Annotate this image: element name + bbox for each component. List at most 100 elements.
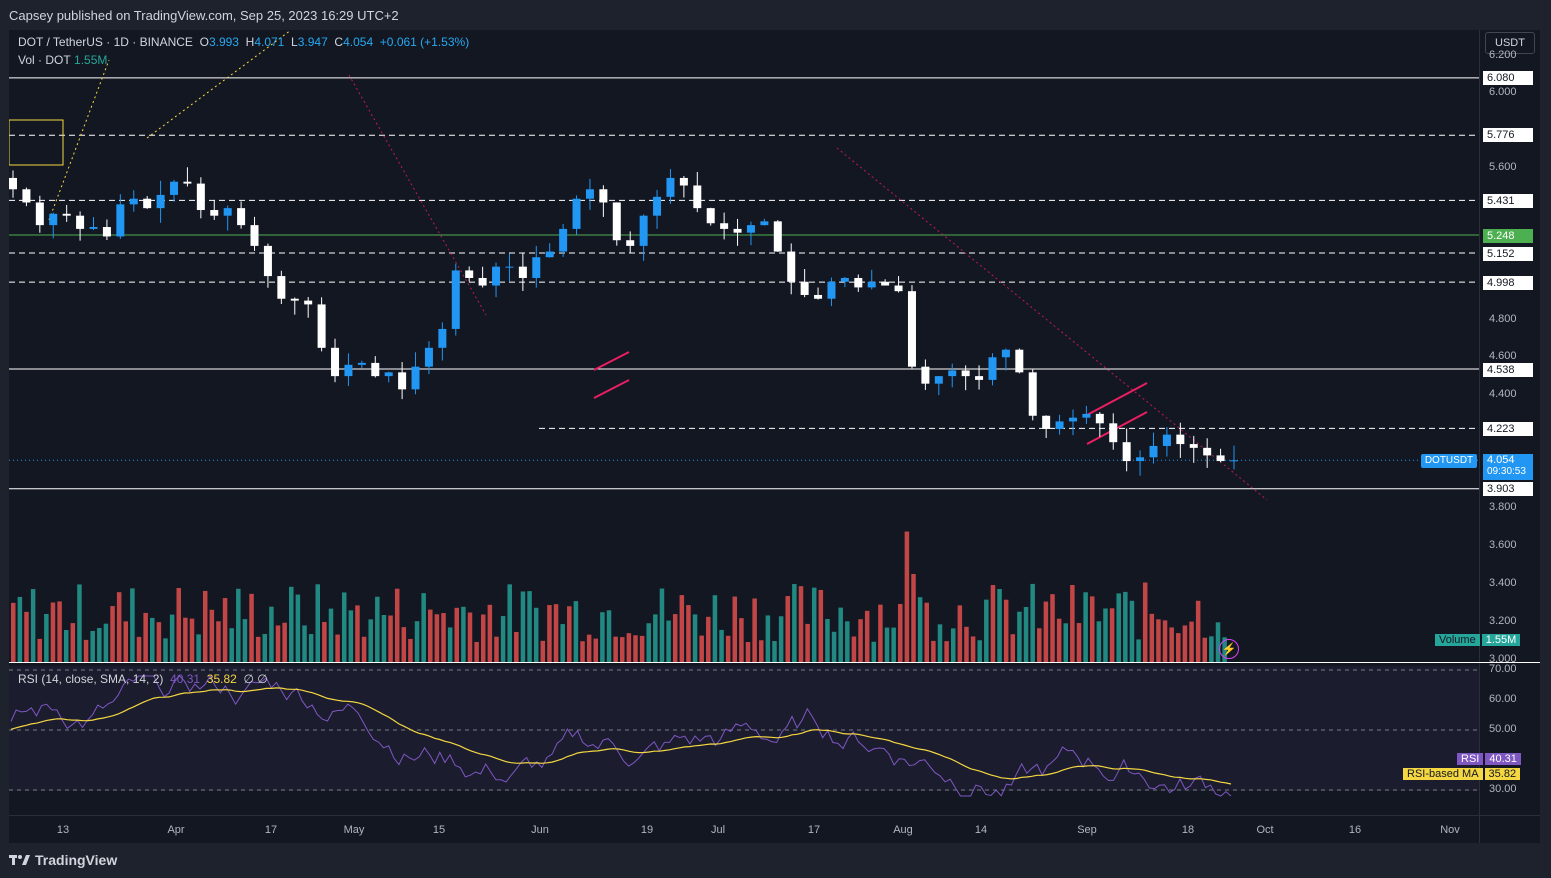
candle-body <box>653 196 662 216</box>
volume-bar <box>487 604 493 662</box>
volume-bar <box>37 638 42 662</box>
volume-bar <box>17 596 23 662</box>
volume-bar <box>725 635 731 662</box>
candle-body <box>505 266 514 268</box>
volume-bar <box>924 602 929 662</box>
volume-bar <box>1003 599 1009 662</box>
volume-bar <box>1142 582 1148 662</box>
candle-body <box>9 177 17 190</box>
volume-bar <box>202 590 208 662</box>
volume-bar <box>348 610 354 662</box>
candle-body <box>639 215 648 246</box>
candle-body <box>1015 349 1024 373</box>
volume-bar <box>335 634 340 662</box>
downtrend-line <box>348 74 487 316</box>
candle-body <box>196 183 205 211</box>
volume-bar <box>679 595 685 662</box>
volume-bar <box>911 573 916 662</box>
date-tick: 19 <box>640 824 654 836</box>
candle-body <box>1149 445 1158 458</box>
volume-bar <box>70 623 76 662</box>
volume-bar <box>295 594 301 662</box>
volume-bar <box>990 585 996 662</box>
date-tick: 17 <box>264 824 278 836</box>
candle-body <box>545 251 554 258</box>
close-value: 4.054 <box>343 35 374 49</box>
candle-body <box>1109 423 1118 443</box>
volume-bar <box>792 584 797 662</box>
volume-bar <box>706 616 711 662</box>
chart-canvas[interactable] <box>9 30 1540 843</box>
volume-bar <box>626 633 632 662</box>
candle-body <box>854 277 863 288</box>
channel-line <box>1086 382 1148 416</box>
date-tick: Jul <box>710 824 726 836</box>
volume-bar <box>878 604 883 662</box>
volume-bar <box>30 589 36 662</box>
candle-body <box>62 213 71 216</box>
volume-bar <box>255 636 261 662</box>
publisher-text: Capsey published on TradingView.com, Sep… <box>9 8 399 23</box>
rsi-ma-tag: RSI-based MA 35.82 <box>1403 768 1521 781</box>
volume-bar <box>189 618 195 662</box>
header-bar: Capsey published on TradingView.com, Sep… <box>0 0 1551 30</box>
date-tick: Aug <box>893 824 913 836</box>
volume-bar <box>123 621 129 662</box>
level-label: 6.080 <box>1483 71 1533 85</box>
volume-bar <box>116 592 122 662</box>
rsi-tick: 60.00 <box>1489 693 1517 705</box>
price-tick: 3.800 <box>1489 501 1517 513</box>
volume-bar <box>11 602 16 662</box>
candle-body <box>1162 434 1171 446</box>
volume-bar <box>130 588 135 662</box>
candle-body <box>49 213 58 226</box>
volume-bar <box>871 641 877 662</box>
level-label: 4.538 <box>1483 363 1533 377</box>
chart-frame[interactable]: DOT / TetherUS · 1D · BINANCE O3.993 H4.… <box>9 30 1540 843</box>
volume-bar <box>275 625 281 662</box>
lightning-icon[interactable]: ⚡ <box>1219 639 1239 659</box>
candle-body <box>183 181 192 184</box>
volume-bar <box>646 623 651 662</box>
low-value: 3.947 <box>297 35 328 49</box>
volume-bar <box>845 621 850 662</box>
rsi-ma-value: 35.82 <box>206 672 237 686</box>
volume-bar <box>1215 622 1221 662</box>
ohlc-legend: DOT / TetherUS · 1D · BINANCE O3.993 H4.… <box>18 35 470 49</box>
yellow-box <box>9 119 64 166</box>
candle-body <box>1001 349 1010 358</box>
volume-bar <box>361 636 367 662</box>
volume-bar <box>236 588 241 662</box>
candle-body <box>89 227 98 229</box>
tradingview-logo[interactable]: TradingView <box>9 852 117 868</box>
volume-bar <box>441 613 446 662</box>
level-label-green: 5.248 <box>1483 229 1533 243</box>
volume-bar <box>269 606 274 662</box>
candle-body <box>867 281 876 288</box>
volume-bar <box>1176 633 1181 662</box>
volume-bar <box>1116 593 1121 662</box>
rsi-tick: 50.00 <box>1489 723 1517 735</box>
volume-bar <box>57 601 62 662</box>
volume-bar <box>401 627 407 662</box>
volume-bar <box>732 596 738 662</box>
date-tick: Oct <box>1256 824 1274 836</box>
level-label: 5.152 <box>1483 247 1533 261</box>
volume-bar <box>1050 594 1055 662</box>
volume-bar <box>1083 592 1088 662</box>
volume-bar <box>997 589 1002 662</box>
volume-bar <box>63 629 69 662</box>
volume-bar <box>686 605 691 662</box>
volume-bar <box>97 628 102 662</box>
date-tick: 15 <box>432 824 446 836</box>
volume-bar <box>1149 613 1155 662</box>
rsi-tick: 30.00 <box>1489 783 1517 795</box>
price-axis-divider <box>1479 30 1480 843</box>
volume-bar <box>606 610 612 662</box>
volume-bar <box>474 641 479 662</box>
volume-bar <box>514 631 519 662</box>
volume-bar <box>1096 621 1102 662</box>
volume-bar <box>1043 601 1049 662</box>
candle-body <box>424 347 433 367</box>
candle-body <box>827 281 836 299</box>
